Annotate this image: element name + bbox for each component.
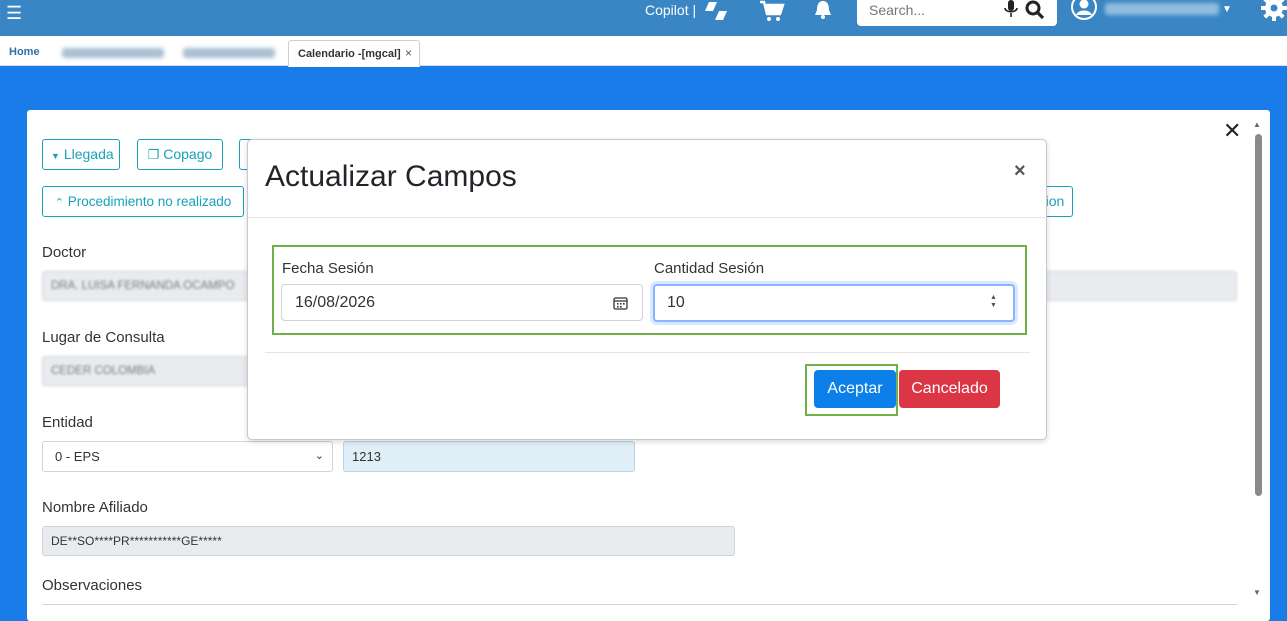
- cancelado-button[interactable]: Cancelado: [899, 370, 1000, 408]
- lugar-field: CEDER COLOMBIA: [42, 356, 254, 386]
- tab-label: Calendario -[mgcal]: [298, 48, 401, 60]
- observaciones-label: Observaciones: [42, 577, 143, 594]
- observaciones-field[interactable]: [42, 604, 1237, 605]
- doctor-label: Doctor: [42, 244, 87, 261]
- close-tab-icon[interactable]: ×: [405, 46, 412, 60]
- menu-icon[interactable]: ☰: [6, 4, 22, 22]
- cantidad-sesion-label: Cantidad Sesión: [654, 260, 765, 277]
- entidad-label: Entidad: [42, 414, 93, 431]
- modal-close-icon[interactable]: ×: [1014, 160, 1026, 183]
- fecha-value: 16/08/2026: [295, 294, 376, 311]
- copago-label: Copago: [163, 146, 213, 162]
- afiliado-label: Nombre Afiliado: [42, 499, 148, 516]
- cantidad-value: 10: [667, 294, 685, 311]
- scroll-up-icon[interactable]: ▲: [1253, 120, 1261, 129]
- bell-icon[interactable]: [813, 0, 833, 20]
- copilot-label[interactable]: Copilot |: [645, 2, 696, 18]
- gear-icon[interactable]: [1260, 0, 1287, 22]
- spinner-icon[interactable]: ▲ ▼: [990, 294, 997, 310]
- procedimiento-no-realizado-button[interactable]: ⌃ Procedimiento no realizado: [42, 186, 244, 217]
- top-navbar: ☰ Copilot | ▼: [0, 0, 1287, 36]
- scroll-down-icon[interactable]: ▼: [1253, 588, 1261, 597]
- tabs-bar: Home Calendario -[mgcal] ×: [0, 36, 1287, 67]
- cart-icon[interactable]: [759, 0, 785, 22]
- user-avatar-icon[interactable]: [1071, 0, 1097, 20]
- copago-button[interactable]: ❐ Copago: [137, 139, 223, 170]
- tab-home[interactable]: Home: [9, 46, 40, 58]
- modal-footer-divider: [265, 352, 1030, 353]
- aceptar-button[interactable]: Aceptar: [814, 370, 896, 408]
- actualizar-campos-modal: Actualizar Campos × Fecha Sesión Cantida…: [247, 139, 1047, 440]
- llegada-label: Llegada: [63, 146, 114, 162]
- chevron-down-icon: ⌄: [314, 450, 324, 462]
- fecha-sesion-input[interactable]: 16/08/2026: [281, 284, 643, 321]
- mic-icon[interactable]: [1004, 0, 1018, 18]
- entidad-code-field[interactable]: 1213: [343, 441, 635, 472]
- entidad-select[interactable]: 0 - EPS ⌄: [42, 441, 333, 472]
- fields-highlight: Fecha Sesión Cantidad Sesión 16/08/2026 …: [272, 245, 1027, 335]
- afiliado-field: DE**SO****PR***********GE*****: [42, 526, 735, 556]
- entidad-selected: 0 - EPS: [55, 449, 100, 464]
- username-blurred[interactable]: [1105, 3, 1219, 15]
- copy-icon: ❐: [147, 147, 160, 162]
- procedimiento-label: Procedimiento no realizado: [67, 194, 232, 209]
- caret-down-icon: ▼: [51, 151, 60, 161]
- chevron-down-icon[interactable]: ▼: [1222, 4, 1232, 15]
- partial-label: ion: [1045, 193, 1065, 209]
- search-box: [857, 0, 1057, 26]
- fecha-sesion-label: Fecha Sesión: [282, 260, 374, 277]
- modal-header-divider: [248, 217, 1046, 218]
- lugar-label: Lugar de Consulta: [42, 329, 165, 346]
- llegada-button[interactable]: ▼ Llegada: [42, 139, 120, 170]
- double-chevron-up-icon: ⌃: [54, 197, 64, 209]
- search-input[interactable]: [869, 0, 999, 20]
- modal-title: Actualizar Campos: [265, 160, 517, 193]
- search-icon[interactable]: [1025, 0, 1045, 20]
- tab-calendario[interactable]: Calendario -[mgcal] ×: [288, 40, 420, 67]
- cantidad-sesion-input[interactable]: 10 ▲ ▼: [653, 284, 1015, 322]
- tab-blurred[interactable]: [62, 48, 164, 58]
- scrollbar-thumb[interactable]: [1255, 134, 1262, 496]
- calendar-icon[interactable]: [613, 296, 628, 310]
- copilot-logo-icon[interactable]: [703, 0, 729, 22]
- tab-blurred[interactable]: [183, 48, 275, 58]
- close-icon[interactable]: ✕: [1223, 120, 1241, 142]
